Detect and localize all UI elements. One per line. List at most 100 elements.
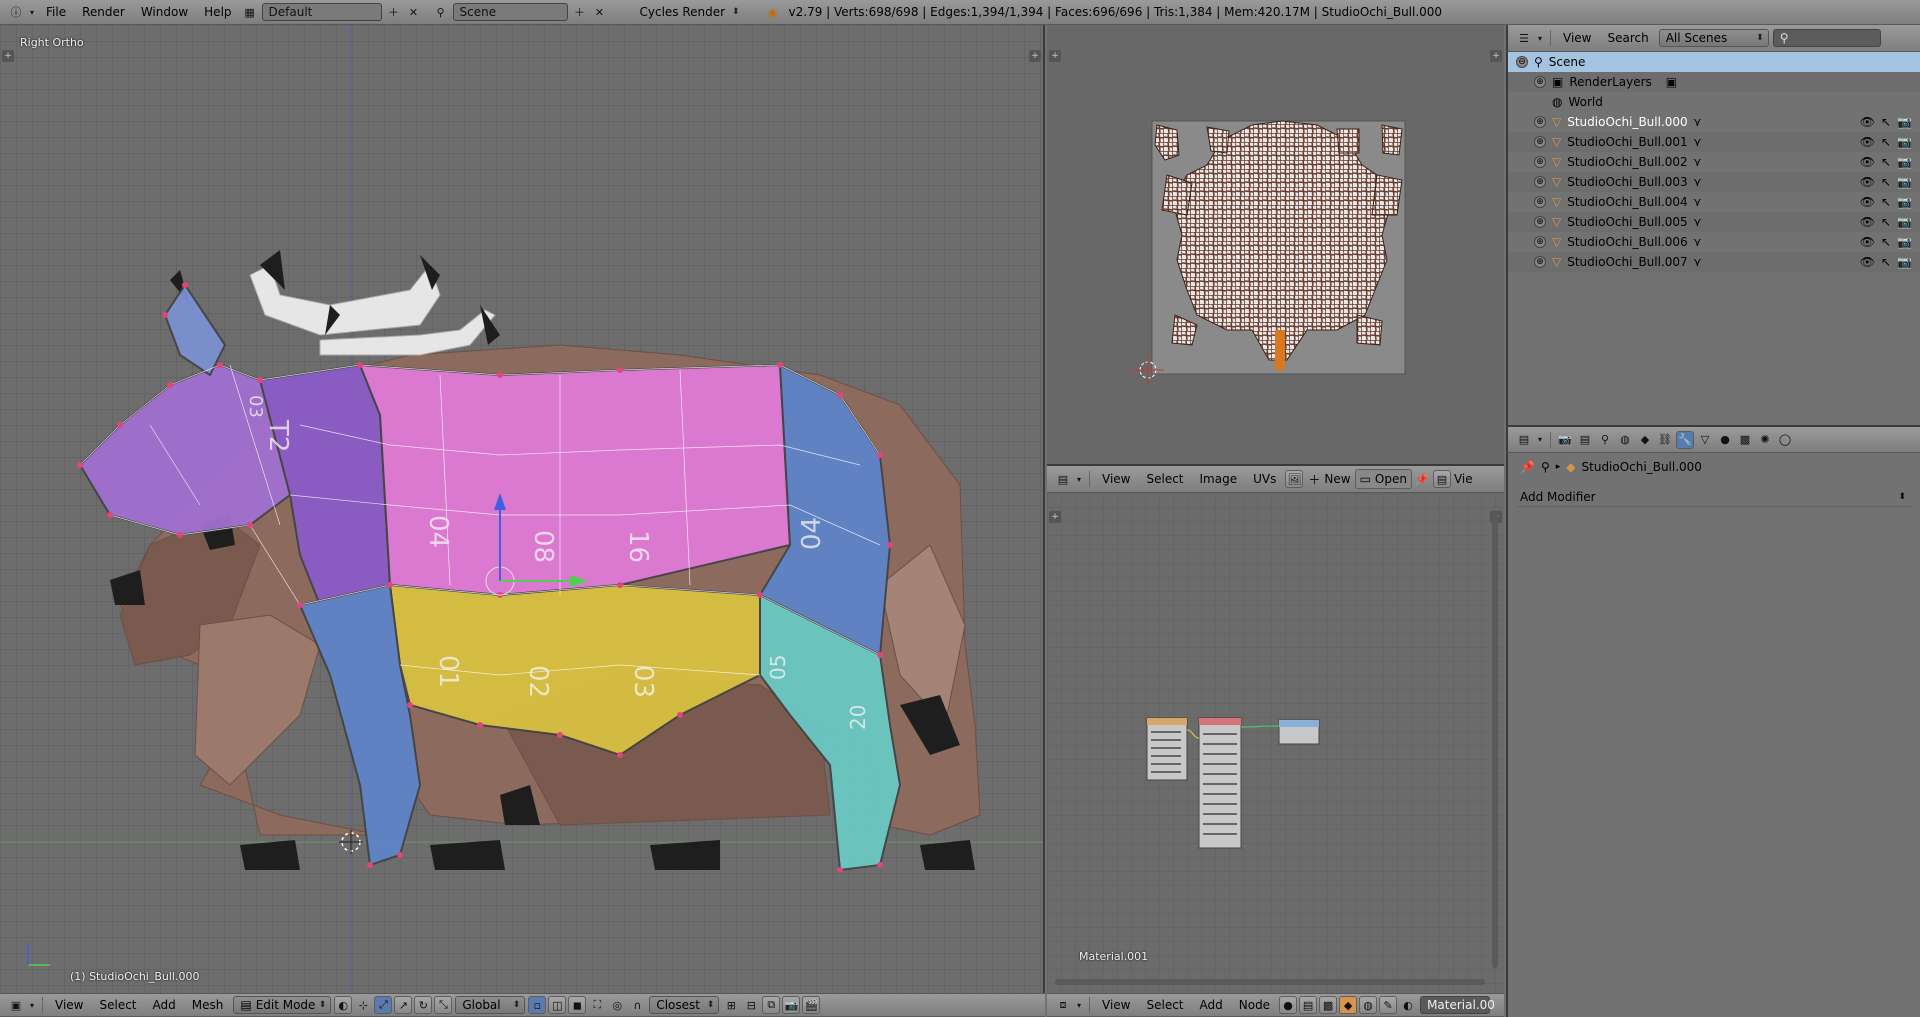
- opengl-render-icon[interactable]: 📷: [782, 996, 801, 1014]
- menu-search[interactable]: Search: [1599, 28, 1656, 48]
- scale-icon[interactable]: ⤡: [434, 996, 453, 1014]
- scene-field[interactable]: Scene: [452, 3, 568, 21]
- menu-view[interactable]: View: [1094, 995, 1138, 1015]
- outliner-row-world[interactable]: ◍ World: [1508, 92, 1920, 112]
- outliner-row-object[interactable]: ⊕ ▽ StudioOchi_Bull.004 ⋎ 👁 ↖ 📷: [1508, 192, 1920, 212]
- render-camera-icon[interactable]: 📷: [1897, 195, 1912, 209]
- node-horizontal-scrollbar[interactable]: [1055, 979, 1485, 985]
- visibility-eye-icon[interactable]: 👁: [1860, 175, 1875, 189]
- pin-icon[interactable]: 📌: [1520, 460, 1535, 474]
- selectable-cursor-icon[interactable]: ↖: [1881, 195, 1891, 209]
- expand-icon[interactable]: ⊕: [1534, 196, 1546, 208]
- render-preview-icon[interactable]: ⧉: [762, 996, 781, 1014]
- add-scene-icon[interactable]: ＋: [571, 3, 589, 21]
- visibility-eye-icon[interactable]: 👁: [1860, 235, 1875, 249]
- menu-select[interactable]: Select: [1138, 995, 1191, 1015]
- render-camera-icon[interactable]: 📷: [1897, 175, 1912, 189]
- particles-tab-icon[interactable]: ✺: [1756, 431, 1774, 449]
- selectable-cursor-icon[interactable]: ↖: [1881, 175, 1891, 189]
- edge-select-icon[interactable]: ◫: [548, 996, 567, 1014]
- opengl-animation-icon[interactable]: 🎬: [802, 996, 821, 1014]
- proportional-edit-icon[interactable]: ◎: [608, 996, 626, 1014]
- selectable-cursor-icon[interactable]: ↖: [1881, 135, 1891, 149]
- material-tab-icon[interactable]: ●: [1716, 431, 1734, 449]
- outliner-row-object[interactable]: ⊕ ▽ StudioOchi_Bull.006 ⋎ 👁 ↖ 📷: [1508, 232, 1920, 252]
- layers-icon[interactable]: ⊟: [742, 996, 760, 1014]
- expand-icon[interactable]: ⊕: [1534, 176, 1546, 188]
- mode-dropdown[interactable]: ▤ Edit Mode: [233, 996, 332, 1014]
- remove-scene-icon[interactable]: ✕: [591, 3, 609, 21]
- layout-field[interactable]: Default: [261, 3, 382, 21]
- expand-icon[interactable]: ⊕: [1534, 116, 1546, 128]
- menu-window[interactable]: Window: [133, 2, 196, 22]
- menu-add[interactable]: Add: [1192, 995, 1231, 1015]
- outliner-row-object[interactable]: ⊕ ▽ StudioOchi_Bull.005 ⋎ 👁 ↖ 📷: [1508, 212, 1920, 232]
- selectable-cursor-icon[interactable]: ↖: [1881, 215, 1891, 229]
- menu-view[interactable]: View: [1555, 28, 1599, 48]
- pin-icon[interactable]: 📌: [1413, 470, 1431, 488]
- editor-type-properties-icon[interactable]: ▤: [1515, 431, 1533, 449]
- new-image-button[interactable]: ＋ New: [1304, 469, 1354, 489]
- snap-increment-icon[interactable]: ⊞: [722, 996, 740, 1014]
- visibility-eye-icon[interactable]: 👁: [1860, 195, 1875, 209]
- scene-icon[interactable]: ⚲: [432, 3, 450, 21]
- menu-help[interactable]: Help: [196, 2, 239, 22]
- material-browse-icon[interactable]: ◐: [1399, 996, 1417, 1014]
- expand-icon[interactable]: ⊕: [1534, 256, 1546, 268]
- outliner-row-object[interactable]: ⊕ ▽ StudioOchi_Bull.002 ⋎ 👁 ↖ 📷: [1508, 152, 1920, 172]
- menu-file[interactable]: File: [38, 2, 74, 22]
- menu-render[interactable]: Render: [74, 2, 133, 22]
- magnet-snap-icon[interactable]: ∩: [628, 996, 646, 1014]
- expand-icon[interactable]: ⊕: [1534, 136, 1546, 148]
- visibility-eye-icon[interactable]: 👁: [1860, 135, 1875, 149]
- info-editor-icon[interactable]: ⓘ: [7, 3, 25, 21]
- outliner-row-object[interactable]: ⊕ ▽ StudioOchi_Bull.007 ⋎ 👁 ↖ 📷: [1508, 252, 1920, 272]
- menu-add[interactable]: Add: [145, 995, 184, 1015]
- node-vertical-scrollbar[interactable]: [1492, 513, 1498, 968]
- render-layers-tab-icon[interactable]: ▤: [1576, 431, 1594, 449]
- menu-view-truncated[interactable]: Vie: [1452, 469, 1475, 489]
- render-camera-icon[interactable]: 📷: [1897, 155, 1912, 169]
- screen-layout-icon[interactable]: ▦: [241, 3, 259, 21]
- menu-image[interactable]: Image: [1192, 469, 1246, 489]
- render-camera-icon[interactable]: 📷: [1897, 255, 1912, 269]
- outliner-search-input[interactable]: ⚲: [1772, 29, 1881, 47]
- editor-type-node-icon[interactable]: ⧈: [1054, 996, 1072, 1014]
- visibility-eye-icon[interactable]: 👁: [1860, 255, 1875, 269]
- visibility-eye-icon[interactable]: 👁: [1860, 155, 1875, 169]
- render-camera-icon[interactable]: 📷: [1897, 215, 1912, 229]
- menu-select[interactable]: Select: [91, 995, 144, 1015]
- add-layout-icon[interactable]: ＋: [385, 3, 403, 21]
- editor-type-outliner-icon[interactable]: ☰: [1515, 29, 1533, 47]
- expand-icon[interactable]: ⊕: [1534, 76, 1546, 88]
- outliner-row-object[interactable]: ⊕ ▽ StudioOchi_Bull.003 ⋎ 👁 ↖ 📷: [1508, 172, 1920, 192]
- world-shader-icon[interactable]: ◍: [1359, 996, 1378, 1014]
- menu-uvs[interactable]: UVs: [1245, 469, 1284, 489]
- outliner-row-renderlayers[interactable]: ⊕ ▣ RenderLayers ▣: [1508, 72, 1920, 92]
- selectable-cursor-icon[interactable]: ↖: [1881, 235, 1891, 249]
- add-modifier-dropdown[interactable]: Add Modifier ⬍: [1516, 487, 1912, 507]
- render-tab-icon[interactable]: 📷: [1556, 431, 1574, 449]
- outliner-row-object[interactable]: ⊕ ▽ StudioOchi_Bull.001 ⋎ 👁 ↖ 📷: [1508, 132, 1920, 152]
- object-tab-icon[interactable]: ◆: [1636, 431, 1654, 449]
- scene-tab-icon[interactable]: ⚲: [1596, 431, 1614, 449]
- linestyle-shader-icon[interactable]: ✎: [1379, 996, 1398, 1014]
- rotate-icon[interactable]: ↻: [414, 996, 433, 1014]
- expand-icon[interactable]: ⊕: [1534, 236, 1546, 248]
- face-select-icon[interactable]: ◼: [568, 996, 587, 1014]
- open-image-button[interactable]: ▭ Open: [1354, 469, 1412, 489]
- material-field[interactable]: Material.00: [1420, 996, 1495, 1014]
- viewport-shading-icon[interactable]: ◐: [334, 996, 353, 1014]
- editor-type-3d-icon[interactable]: ▣: [7, 996, 25, 1014]
- render-engine-dropdown[interactable]: Cycles Render: [634, 3, 744, 21]
- object-shader-icon[interactable]: ◆: [1339, 996, 1358, 1014]
- render-camera-icon[interactable]: 📷: [1897, 135, 1912, 149]
- translate-icon[interactable]: ↗: [394, 996, 413, 1014]
- outliner-row-object[interactable]: ⊕ ▽ StudioOchi_Bull.000 ⋎ 👁 ↖ 📷: [1508, 112, 1920, 132]
- editor-type-image-icon[interactable]: ▤: [1054, 470, 1072, 488]
- remove-layout-icon[interactable]: ✕: [405, 3, 423, 21]
- render-camera-icon[interactable]: 📷: [1897, 115, 1912, 129]
- world-tab-icon[interactable]: ◍: [1616, 431, 1634, 449]
- selectable-cursor-icon[interactable]: ↖: [1881, 115, 1891, 129]
- node-editor[interactable]: + + Material.001: [1047, 493, 1504, 993]
